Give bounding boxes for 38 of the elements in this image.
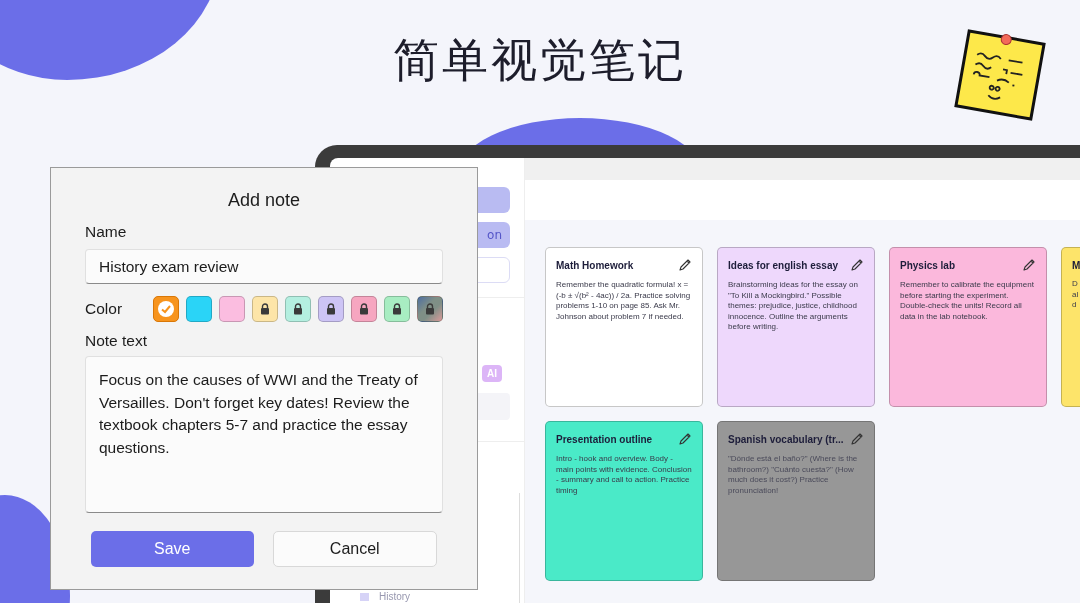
note-title: Physics lab — [900, 260, 956, 271]
pencil-icon[interactable] — [1022, 258, 1036, 272]
note-card[interactable]: Math Homework Remember the quadratic formula! x = (-b ± √(b² - 4ac)) / 2a. Practice solving problems 1-10 on page 85. Ask Mr. Johnson about problem 7 if needed. — [545, 247, 703, 407]
note-text-field[interactable]: Focus on the causes of WWI and the Treaty of Versailles. Don't forget key dates! Review the textbook chapters 5-7 and practice the essay questions. — [85, 356, 443, 513]
pencil-icon[interactable] — [678, 432, 692, 446]
locked-color-swatch[interactable] — [417, 296, 443, 322]
note-body: Brainstorming ideas for the essay on "To Kill a Mockingbird." Possible themes: prejudice, justice, childhood innocence. Outline the arguments before writing. — [728, 280, 859, 333]
note-title: M — [1072, 260, 1080, 271]
locked-color-swatch[interactable] — [285, 296, 311, 322]
cancel-button[interactable]: Cancel — [272, 531, 437, 567]
note-card[interactable]: Presentation outline Intro - hook and overview. Body - main points with evidence. Conclusion - summary and call to action. Practice timing — [545, 421, 703, 581]
note-body: Intro - hook and overview. Body - main points with evidence. Conclusion - summary and call to action. Practice timing — [556, 454, 692, 497]
note-card[interactable]: Physics lab Remember to calibrate the equipment before starting the experiment. Double-check the units! Record all data in the lab notebook. — [889, 247, 1047, 407]
ai-badge: AI — [482, 365, 502, 382]
pencil-icon[interactable] — [850, 258, 864, 272]
locked-color-swatch[interactable] — [384, 296, 410, 322]
note-title: Ideas for english essay — [728, 260, 839, 271]
note-body: D al d — [1072, 279, 1080, 311]
name-field[interactable]: History exam review — [85, 249, 443, 284]
pencil-icon[interactable] — [678, 258, 692, 272]
note-text-label: Note text — [85, 332, 149, 350]
locked-color-swatch[interactable] — [252, 296, 278, 322]
note-body: Remember the quadratic formula! x = (-b ± √(b² - 4ac)) / 2a. Practice solving problems 1-10 on page 85. Ask Mr. Johnson about problem 7 if needed. — [556, 280, 692, 323]
note-title: Presentation outline — [556, 434, 653, 445]
note-title: Math Homework — [556, 260, 634, 271]
note-card[interactable]: Ideas for english essay Brainstorming ideas for the essay on "To Kill a Mockingbird." Possible themes: prejudice, justice, childhood innocence. Outline the arguments before writing. — [717, 247, 875, 407]
color-swatch[interactable] — [153, 296, 179, 322]
note-body: Remember to calibrate the equipment before starting the experiment. Double-check the units! Record all data in the lab notebook. — [900, 280, 1035, 323]
note-title: Spanish vocabulary (tr... — [728, 434, 844, 445]
dialog-title: Add note — [226, 190, 302, 211]
color-label: Color — [85, 300, 123, 318]
name-label: Name — [85, 223, 128, 241]
note-card[interactable]: M D al d — [1061, 247, 1080, 407]
locked-color-swatch[interactable] — [318, 296, 344, 322]
headline: 简单视觉笔记 — [392, 32, 688, 89]
save-button[interactable]: Save — [91, 531, 254, 567]
scrollbar[interactable] — [519, 493, 520, 603]
locked-color-swatch[interactable] — [351, 296, 377, 322]
